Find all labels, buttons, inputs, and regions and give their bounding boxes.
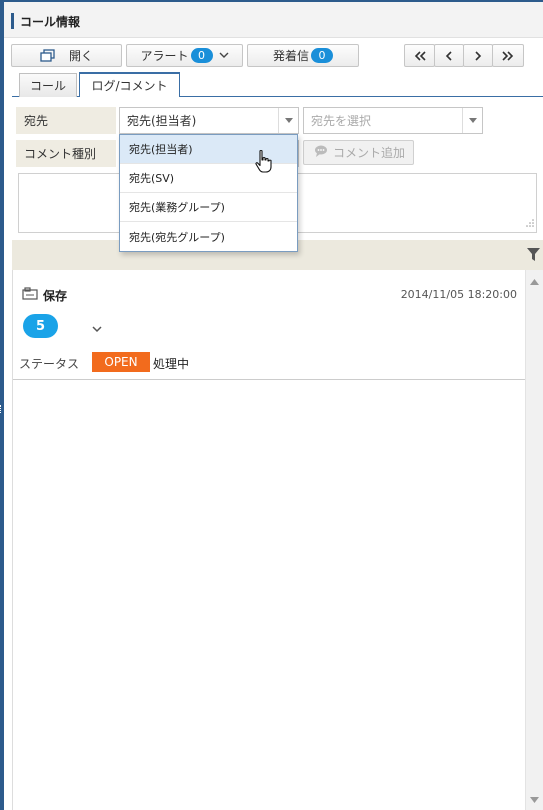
status-label: ステータス [19,357,80,371]
dropdown-option-label: 宛先(宛先グループ) [129,230,225,244]
header-accent-bar [11,13,14,29]
resize-handle-icon[interactable] [526,216,534,230]
open-window-icon [40,49,55,62]
dropdown-option[interactable]: 宛先(宛先グループ) [120,222,297,251]
splitter-grip[interactable] [0,405,4,413]
first-record-button[interactable] [404,44,435,67]
comment-type-label: コメント種別 [16,140,116,167]
destination-label: 宛先 [16,107,116,134]
alert-button[interactable]: アラート 0 [126,44,243,67]
add-comment-button[interactable]: コメント追加 [303,140,414,165]
destination-select-placeholder: 宛先を選択 [311,114,372,128]
hand-pointer-icon [254,150,274,177]
outgoing-call-button[interactable]: 発着信 0 [247,44,359,67]
destination-type-value: 宛先(担当者) [127,114,197,128]
page-title: コール情報 [20,15,81,29]
destination-type-select[interactable]: 宛先(担当者) [119,107,299,134]
dropdown-option-label: 宛先(担当者) [129,143,193,156]
chevron-down-icon [219,52,229,59]
status-badge: OPEN [92,352,150,372]
save-log-icon [22,287,38,303]
chevron-left-icon [445,50,453,61]
panel-header: コール情報 [4,2,543,38]
outgoing-count-badge: 0 [311,48,333,63]
previous-record-button[interactable] [434,44,464,67]
vertical-scrollbar[interactable] [525,270,543,810]
dropdown-option[interactable]: 宛先(業務グループ) [120,193,297,222]
dropdown-option-label: 宛先(業務グループ) [129,201,225,214]
outgoing-label: 発着信 [272,49,309,63]
next-record-button[interactable] [463,44,493,67]
add-comment-label: コメント追加 [333,146,406,160]
log-entry-timestamp: 2014/11/05 18:20:00 [400,288,517,301]
double-chevron-right-icon [502,50,514,61]
open-label: 開く [68,49,93,63]
tab-log-comment-label: ログ/コメント [91,79,168,93]
open-button[interactable]: 開く [11,44,122,67]
chevron-right-icon [474,50,482,61]
log-list-panel: 保存 2014/11/05 18:20:00 5 ステータス OPEN 処理中 [12,270,543,810]
scroll-down-icon[interactable] [530,792,539,806]
dropdown-arrow-icon [278,108,298,133]
last-record-button[interactable] [492,44,524,67]
filter-icon[interactable] [527,248,540,264]
alert-label: アラート [140,49,189,63]
speech-bubble-icon [314,145,328,160]
log-entry-title: 保存 [43,289,68,303]
log-count-badge: 5 [23,314,58,338]
double-chevron-left-icon [414,50,426,61]
dropdown-arrow-icon [462,108,482,133]
scroll-up-icon[interactable] [530,274,539,288]
tab-call-label: コール [29,79,66,93]
alert-count-badge: 0 [190,48,213,63]
destination-select[interactable]: 宛先を選択 [303,107,483,134]
tab-call[interactable]: コール [19,73,77,97]
status-text: 処理中 [153,357,190,371]
log-entry[interactable]: 保存 2014/11/05 18:20:00 5 ステータス OPEN 処理中 [13,270,526,380]
chevron-down-icon[interactable] [92,322,102,336]
dropdown-option-label: 宛先(SV) [129,172,175,185]
tab-log-comment[interactable]: ログ/コメント [79,72,180,97]
